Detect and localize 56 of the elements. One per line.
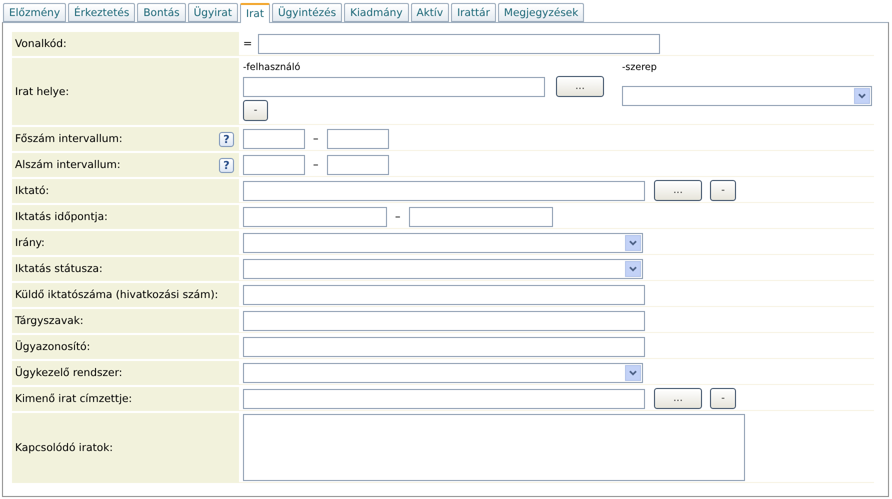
field-label: Irány: xyxy=(15,237,45,249)
field-label: Kapcsolódó iratok: xyxy=(15,442,113,454)
role-label: -szerep xyxy=(622,62,658,73)
field-label: Főszám intervallum: xyxy=(15,133,122,145)
clear-button[interactable]: - xyxy=(243,100,268,121)
range-start-field[interactable] xyxy=(243,128,305,148)
help-button[interactable]: ? xyxy=(219,132,234,146)
field-label: Iktatás időpontja: xyxy=(15,211,108,223)
range-start-field[interactable] xyxy=(243,154,305,174)
tab[interactable]: Ügyintézés xyxy=(272,3,342,22)
field-label: Iktató: xyxy=(15,185,50,197)
range-end-field[interactable] xyxy=(408,206,552,226)
tab[interactable]: Előzmény xyxy=(3,3,66,22)
tab[interactable]: Érkeztetés xyxy=(68,3,136,22)
dropdown-field[interactable] xyxy=(243,232,643,252)
browse-button[interactable]: ... xyxy=(654,388,702,409)
dropdown-field[interactable] xyxy=(243,362,643,382)
range-end-field[interactable] xyxy=(326,128,388,148)
field-label: Ügyazonosító: xyxy=(15,341,90,353)
input-field[interactable] xyxy=(243,310,645,330)
field-label: Tárgyszavak: xyxy=(15,315,84,327)
dropdown-field[interactable] xyxy=(243,258,643,278)
dropdown-field[interactable] xyxy=(622,86,872,106)
tab[interactable]: Kiadmány xyxy=(344,3,409,22)
clear-button[interactable]: - xyxy=(710,180,736,201)
field-label: Küldő iktatószáma (hivatkozási szám): xyxy=(15,289,218,301)
tab[interactable]: Megjegyzések xyxy=(498,3,584,22)
input-field[interactable] xyxy=(243,336,645,356)
field-label: Vonalkód: xyxy=(15,38,67,50)
field-label: Irat helye: xyxy=(15,86,70,98)
range-separator: – xyxy=(313,158,318,171)
browse-button[interactable]: ... xyxy=(556,76,604,97)
text-area[interactable] xyxy=(243,414,745,481)
equals-operator: = xyxy=(243,37,252,50)
field-label: Ügykezelő rendszer: xyxy=(15,367,122,379)
field-label: Kimenő irat címzettje: xyxy=(15,393,132,405)
input-field[interactable] xyxy=(243,284,645,304)
input-field[interactable] xyxy=(243,76,545,96)
clear-button[interactable]: - xyxy=(710,388,736,409)
input-field[interactable] xyxy=(258,34,660,54)
input-field[interactable] xyxy=(243,388,645,408)
help-button[interactable]: ? xyxy=(219,158,234,172)
tab[interactable]: Irat xyxy=(240,3,270,23)
input-field[interactable] xyxy=(243,180,645,200)
field-label: Iktatás státusza: xyxy=(15,263,103,275)
tab[interactable]: Ügyirat xyxy=(188,3,238,22)
user-label: -felhasználó xyxy=(243,62,302,73)
range-separator: – xyxy=(313,132,318,145)
tab[interactable]: Bontás xyxy=(137,3,186,22)
field-label: Alszám intervallum: xyxy=(15,159,120,171)
browse-button[interactable]: ... xyxy=(654,180,702,201)
range-separator: – xyxy=(395,210,400,223)
range-start-field[interactable] xyxy=(243,206,387,226)
tab[interactable]: Aktív xyxy=(410,3,450,22)
tab[interactable]: Irattár xyxy=(451,3,496,22)
range-end-field[interactable] xyxy=(326,154,388,174)
